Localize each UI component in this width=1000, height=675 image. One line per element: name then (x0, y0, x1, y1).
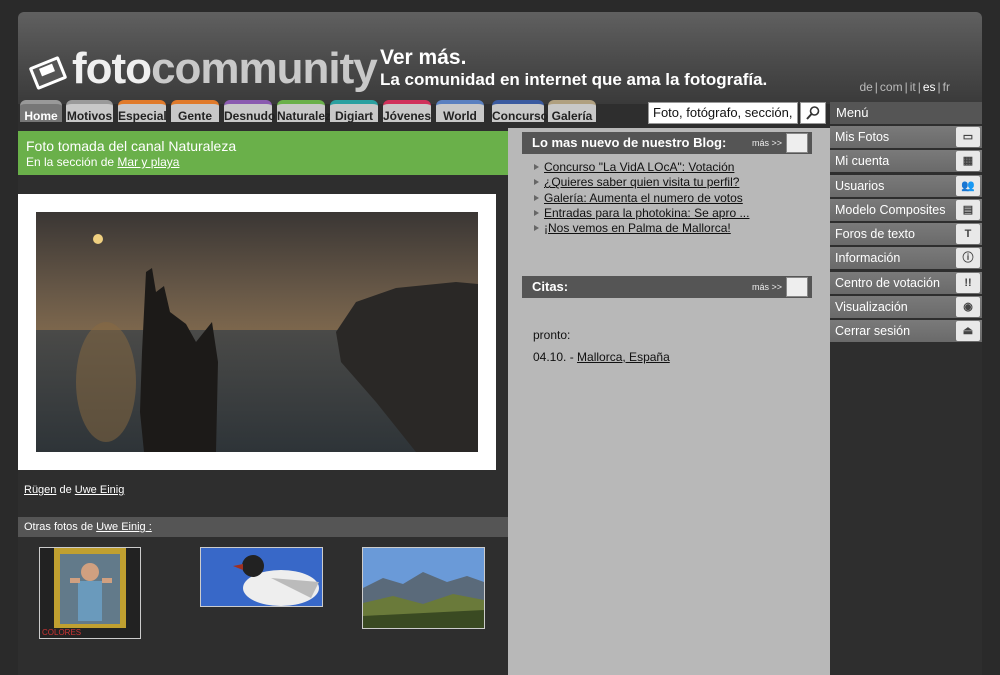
citas-more-link[interactable]: más >> (752, 276, 782, 298)
thumb-photo-2[interactable] (200, 547, 323, 607)
logo-text-community: community (151, 44, 378, 93)
list-item[interactable]: ¿Quieres saber quien visita tu perfil? (534, 175, 749, 190)
menu-title: Menú (830, 102, 982, 124)
tab-digiart[interactable]: Digiart (330, 100, 378, 123)
tab-jovenes[interactable]: Jóvenes (383, 100, 431, 123)
lang-de[interactable]: de (859, 80, 872, 94)
thumb-photo-3[interactable] (362, 547, 485, 629)
other-photos-author-link[interactable]: Uwe Einig : (96, 521, 152, 533)
photo-title-link[interactable]: Rügen (24, 484, 56, 496)
blog-header: Lo mas nuevo de nuestro Blog: más >> (522, 132, 812, 154)
list-item[interactable]: Concurso "La VidA LOcA": Votación (534, 160, 749, 175)
lang-com[interactable]: com (880, 80, 903, 94)
menu-item-foros-de-texto[interactable]: Foros de texto T (830, 223, 982, 246)
side-menu: Mis Fotos ▭ Mi cuenta ▦ Usuarios 👥 Modelo C… (830, 126, 982, 345)
thumb-photo-1[interactable]: COLORES (39, 547, 141, 639)
eye-icon: ◉ (956, 297, 980, 318)
featured-photo[interactable] (36, 212, 478, 452)
menu-item-mi-cuenta[interactable]: Mi cuenta ▦ (830, 150, 982, 173)
tab-world[interactable]: World (436, 100, 484, 123)
tagline-sub: La comunidad en internet que ama la foto… (380, 70, 768, 89)
info-icon: ⓘ (956, 248, 980, 269)
tagline-main: Ver más. (380, 46, 467, 69)
channel-banner: Foto tomada del canal Naturaleza En la s… (18, 131, 508, 175)
lang-fr[interactable]: fr (943, 80, 950, 94)
menu-item-informacion[interactable]: Información ⓘ (830, 247, 982, 270)
list-item[interactable]: Galería: Aumenta el numero de votos (534, 191, 749, 206)
eject-icon: ⏏ (956, 321, 980, 342)
search-input[interactable]: Foto, fotógrafo, sección, (648, 102, 798, 124)
voting-icon: !! (956, 272, 980, 293)
calendar-icon (786, 277, 808, 297)
menu-item-centro-de-votacion[interactable]: Centro de votación!! (830, 271, 982, 294)
camera-logo-icon (28, 55, 68, 91)
menu-item-usuarios[interactable]: Usuarios 👥 (830, 174, 982, 197)
menu-item-modelo-composites[interactable]: Modelo Composites ▤ (830, 198, 982, 221)
menu-item-mis-fotos[interactable]: Mis Fotos ▭ (830, 126, 982, 148)
citas-soon-label: pronto: (533, 328, 571, 342)
tab-naturaleza[interactable]: Naturaleza (277, 100, 338, 123)
search-icon (806, 106, 820, 120)
channel-section: En la sección de Mar y playa (26, 155, 180, 169)
logo-text-foto: foto (72, 44, 152, 93)
tab-concursos[interactable]: Concursos (492, 100, 555, 123)
section-link[interactable]: Mar y playa (117, 155, 179, 169)
photo-caption: Rügen de Uwe Einig (24, 484, 125, 496)
blog-list: Concurso "La VidA LOcA": Votación ¿Quier… (534, 160, 749, 236)
blog-icon (786, 133, 808, 153)
other-photos-header: Otras fotos de Uwe Einig : (18, 517, 508, 537)
thumb-caption: COLORES (42, 628, 82, 637)
blog-more-link[interactable]: más >> (752, 132, 782, 154)
photo-author-link[interactable]: Uwe Einig (75, 484, 125, 496)
citas-header: Citas: más >> (522, 276, 812, 298)
tab-desnudo[interactable]: Desnudo (224, 100, 275, 123)
tab-motivos[interactable]: Motivos (66, 100, 113, 123)
list-item: 04.10. - Mallorca, España (533, 350, 670, 364)
composites-icon: ▤ (956, 199, 980, 220)
tab-especial[interactable]: Especial (118, 100, 167, 123)
lang-es[interactable]: es (923, 80, 936, 94)
account-icon: ▦ (956, 151, 980, 172)
featured-photo-frame (18, 194, 496, 470)
search-button[interactable] (800, 102, 826, 124)
lang-it[interactable]: it (910, 80, 916, 94)
photos-icon: ▭ (956, 127, 980, 147)
channel-title: Foto tomada del canal Naturaleza (26, 138, 237, 154)
list-item[interactable]: Entradas para la photokina: Se apro ... (534, 206, 749, 221)
tab-gente[interactable]: Gente (171, 100, 219, 123)
tab-galeria[interactable]: Galería (548, 100, 596, 123)
menu-item-visualizacion[interactable]: Visualización ◉ (830, 296, 982, 319)
site-logo[interactable]: fotocommunity (28, 44, 378, 94)
list-item[interactable]: ¡Nos vemos en Palma de Mallorca! (534, 221, 749, 236)
tab-home[interactable]: Home (20, 100, 62, 123)
citas-list: pronto: 04.10. - Mallorca, España (533, 328, 670, 364)
users-icon: 👥 (956, 175, 980, 196)
citas-place-link[interactable]: Mallorca, España (577, 350, 670, 364)
text-forum-icon: T (956, 224, 980, 245)
site-header: fotocommunity Ver más. La comunidad en i… (18, 12, 982, 104)
channel-tabs: Home Motivos Especial Gente Desnudo Natu… (18, 100, 630, 124)
language-switcher: de | com | it | es | fr (859, 80, 950, 94)
menu-item-cerrar-sesion[interactable]: Cerrar sesión ⏏ (830, 320, 982, 343)
